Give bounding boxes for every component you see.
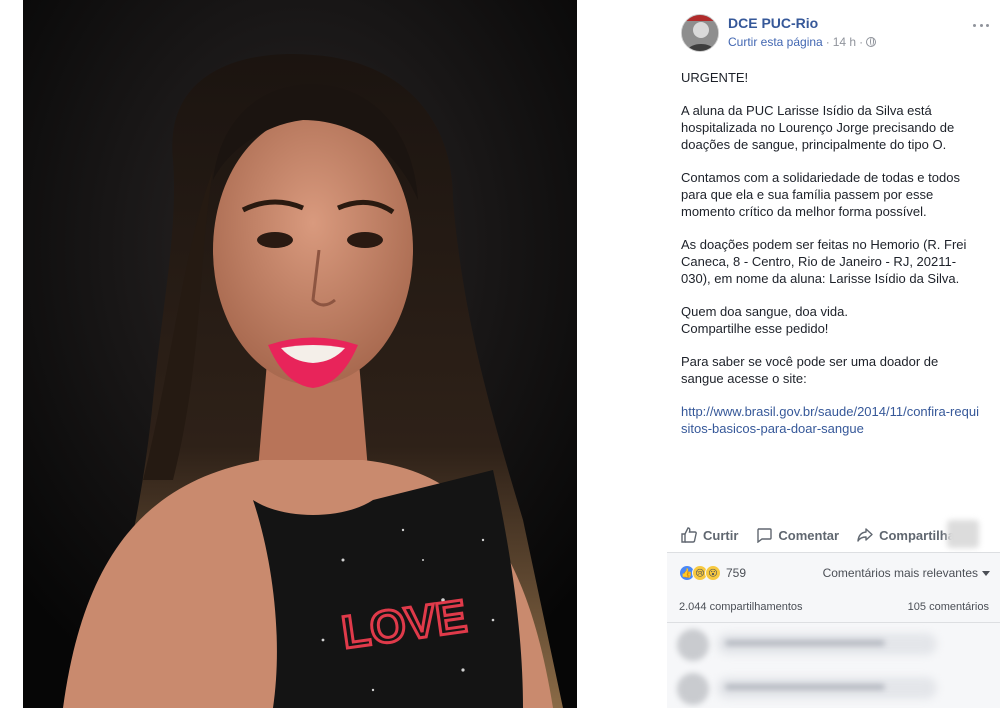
globe-icon — [866, 37, 877, 47]
commenter-avatar — [677, 629, 709, 661]
chevron-down-icon — [982, 570, 990, 576]
comment-sort-dropdown[interactable]: Comentários mais relevantes — [823, 566, 990, 580]
more-options-icon[interactable] — [973, 18, 989, 32]
post-photo[interactable]: LOVE — [23, 0, 577, 708]
commenter-avatar — [677, 673, 709, 705]
like-button[interactable]: Curtir — [681, 527, 738, 543]
post-paragraph: Para saber se você pode ser uma doador d… — [681, 354, 939, 386]
post-paragraph: Quem doa sangue, doa vida. — [681, 304, 848, 319]
wow-reaction-icon: 😮 — [705, 565, 721, 581]
divider — [667, 622, 1000, 623]
post-panel: DCE PUC-Rio Curtir esta página · 14 h · … — [667, 0, 1000, 708]
post-paragraph: Contamos com a solidariedade de todas e … — [681, 170, 960, 219]
blood-donation-link[interactable]: http://www.brasil.gov.br/saude/2014/11/c… — [681, 404, 979, 436]
page-name-link[interactable]: DCE PUC-Rio — [728, 15, 818, 31]
meta-separator: · — [825, 35, 830, 49]
comment-text-blur — [725, 640, 885, 646]
post-stats: 👍 😢 😮 759 Comentários mais relevantes 2.… — [667, 552, 1000, 708]
comment-button[interactable]: Comentar — [756, 527, 839, 543]
sort-label: Comentários mais relevantes — [822, 566, 978, 580]
comment-item[interactable] — [677, 627, 987, 663]
share-button[interactable]: Compartilhar — [857, 527, 960, 543]
post-paragraph: A aluna da PUC Larisse Isídio da Silva e… — [681, 103, 955, 152]
like-page-link[interactable]: Curtir esta página — [728, 35, 823, 49]
shares-count[interactable]: 2.044 compartilhamentos — [679, 601, 803, 613]
page-avatar[interactable] — [681, 14, 719, 52]
post-paragraph: URGENTE! — [681, 70, 749, 85]
thumbs-up-icon — [681, 527, 697, 543]
post-paragraph: Compartilhe esse pedido! — [681, 321, 829, 336]
comments-count[interactable]: 105 comentários — [908, 601, 989, 613]
post-text: URGENTE! A aluna da PUC Larisse Isídio d… — [681, 69, 981, 453]
like-label: Curtir — [703, 527, 739, 543]
reaction-count: 759 — [726, 566, 747, 580]
comment-text-blur — [725, 684, 885, 690]
engagement-counts: 2.044 compartilhamentos 105 comentários — [679, 601, 989, 613]
post-meta: Curtir esta página · 14 h · — [728, 35, 877, 49]
share-icon — [857, 528, 873, 542]
meta-separator-2: · — [859, 35, 864, 49]
post-actions: Curtir Comentar Compartilhar — [681, 520, 986, 550]
page-avatar-image — [682, 15, 718, 51]
comment-icon — [757, 528, 773, 543]
portrait-illustration: LOVE — [23, 0, 577, 708]
post-header: DCE PUC-Rio Curtir esta página · 14 h · — [681, 14, 993, 54]
comment-label: Comentar — [778, 527, 840, 543]
post-timestamp[interactable]: 14 h — [833, 35, 856, 49]
reactions-summary[interactable]: 👍 😢 😮 759 — [679, 565, 746, 581]
post-paragraph: As doações podem ser feitas no Hemorio (… — [681, 237, 967, 286]
comment-item[interactable] — [677, 671, 987, 707]
photo-viewer: LOVE — [0, 0, 667, 708]
viewer-avatar[interactable] — [947, 520, 979, 548]
